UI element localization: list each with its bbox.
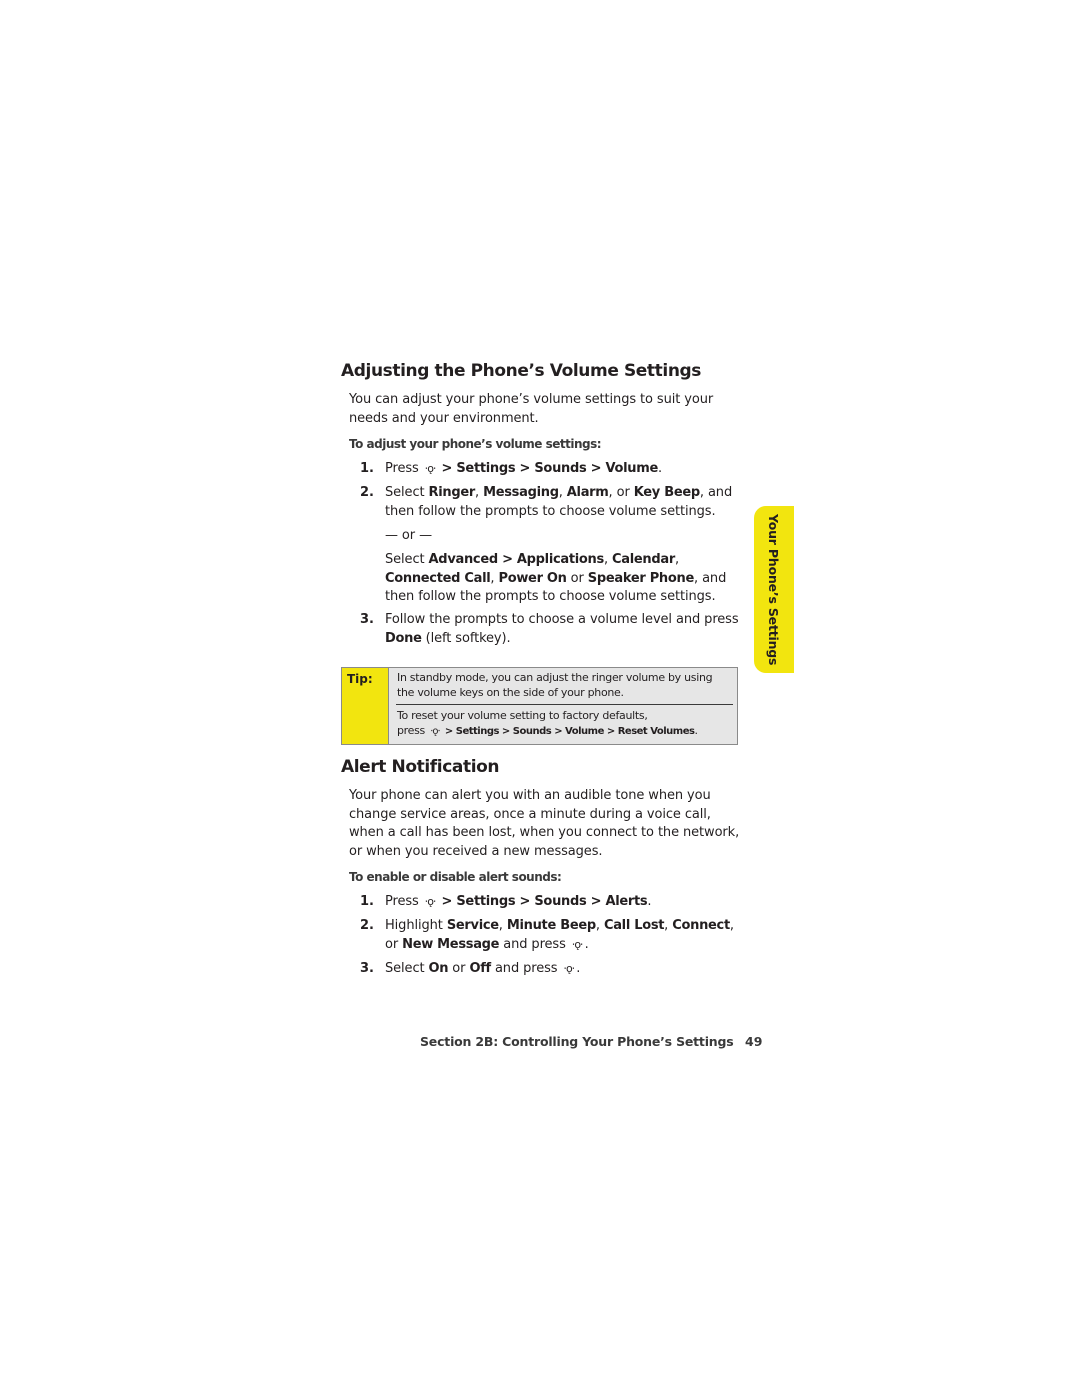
option-calendar: Calendar — [612, 552, 675, 567]
side-tab-label: Your Phone’s Settings — [766, 514, 781, 666]
option-advanced-applications: Advanced > Applications — [428, 552, 605, 567]
sep: , — [475, 485, 484, 500]
chapter-side-tab: Your Phone’s Settings — [754, 506, 794, 673]
reset-menu-path: > Settings > Sounds > Volume > Reset Vol… — [444, 726, 695, 737]
step-text: and press — [499, 936, 566, 952]
step-number: 2. — [360, 918, 374, 933]
step-text: Highlight — [385, 918, 447, 933]
option-messaging: Messaging — [483, 485, 559, 500]
sep: , — [603, 552, 613, 567]
option-new-message: New Message — [402, 936, 500, 952]
tip-reset-line: To reset your volume setting to factory … — [397, 709, 648, 722]
tip-label: Tip: — [342, 668, 389, 744]
volume-intro: You can adjust your phone’s volume setti… — [349, 392, 714, 426]
alert-section-title: Alert Notification — [341, 757, 500, 777]
volume-step-2-alternative: Select Advanced > Applications, Calendar… — [385, 551, 750, 607]
option-done: Done — [385, 630, 422, 646]
alert-procedure-heading: To enable or disable alert sounds: — [349, 870, 562, 884]
option-ringer: Ringer — [428, 485, 476, 500]
tip-box: Tip: In standby mode, you can adjust the… — [341, 667, 738, 745]
step-number: 1. — [360, 461, 374, 476]
page-number: 49 — [745, 1034, 763, 1049]
sep: , — [595, 918, 604, 933]
sep: , — [558, 485, 567, 500]
step-end: . — [576, 961, 581, 976]
tip-divider — [396, 704, 733, 705]
nav-key-icon: ⋅ǫ⋅ — [563, 962, 576, 975]
step-text: Select — [385, 485, 429, 500]
option-connect: Connect — [672, 918, 730, 933]
tip-text-reset: To reset your volume setting to factory … — [397, 708, 737, 739]
option-off: Off — [469, 961, 491, 976]
step-number: 2. — [360, 485, 374, 500]
step-number: 3. — [360, 612, 374, 627]
option-power-on: Power On — [498, 570, 567, 586]
alt-text: Select — [385, 552, 429, 567]
step-number: 1. — [360, 894, 374, 909]
sep: or — [566, 570, 588, 586]
option-on: On — [428, 961, 449, 976]
or-separator: — or — — [385, 528, 432, 543]
option-speaker-phone: Speaker Phone — [587, 570, 695, 586]
manual-page: Adjusting the Phone’s Volume Settings Yo… — [0, 0, 1080, 1397]
sep: , — [498, 918, 507, 933]
press-text: Press — [385, 894, 419, 909]
nav-key-icon: ⋅ǫ⋅ — [430, 726, 441, 737]
sep: , or — [608, 485, 634, 500]
volume-procedure-heading: To adjust your phone’s volume settings: — [349, 437, 602, 451]
option-service: Service — [446, 918, 499, 933]
sep: , — [674, 552, 680, 567]
tip-text-standby: In standby mode, you can adjust the ring… — [397, 671, 713, 699]
option-alarm: Alarm — [566, 485, 609, 500]
step-end: . — [694, 724, 698, 737]
option-minute-beep: Minute Beep — [506, 918, 596, 933]
step-text: (left softkey). — [421, 630, 511, 646]
step-text: and press — [490, 961, 558, 976]
step-text: Select — [385, 961, 429, 976]
volume-section-title: Adjusting the Phone’s Volume Settings — [341, 361, 702, 381]
option-connected-call: Connected Call — [385, 570, 491, 586]
step-end: . — [584, 936, 589, 952]
nav-key-icon: ⋅ǫ⋅ — [424, 895, 437, 908]
step-end: . — [647, 894, 652, 909]
nav-key-icon: ⋅ǫ⋅ — [424, 462, 437, 475]
press-text: Press — [385, 461, 419, 476]
option-key-beep: Key Beep — [633, 485, 700, 500]
step-text: Follow the prompts to choose a volume le… — [385, 612, 739, 627]
press-text: press — [397, 724, 425, 737]
footer-section-title: Section 2B: Controlling Your Phone’s Set… — [420, 1034, 734, 1049]
nav-key-icon: ⋅ǫ⋅ — [571, 937, 584, 951]
step-number: 3. — [360, 961, 374, 976]
sep: or — [448, 961, 470, 976]
menu-path: > Settings > Sounds > Alerts — [441, 894, 648, 909]
alert-intro: Your phone can alert you with an audible… — [349, 788, 740, 859]
menu-path: > Settings > Sounds > Volume — [441, 461, 659, 476]
option-call-lost: Call Lost — [603, 918, 665, 933]
step-end: . — [658, 461, 663, 476]
